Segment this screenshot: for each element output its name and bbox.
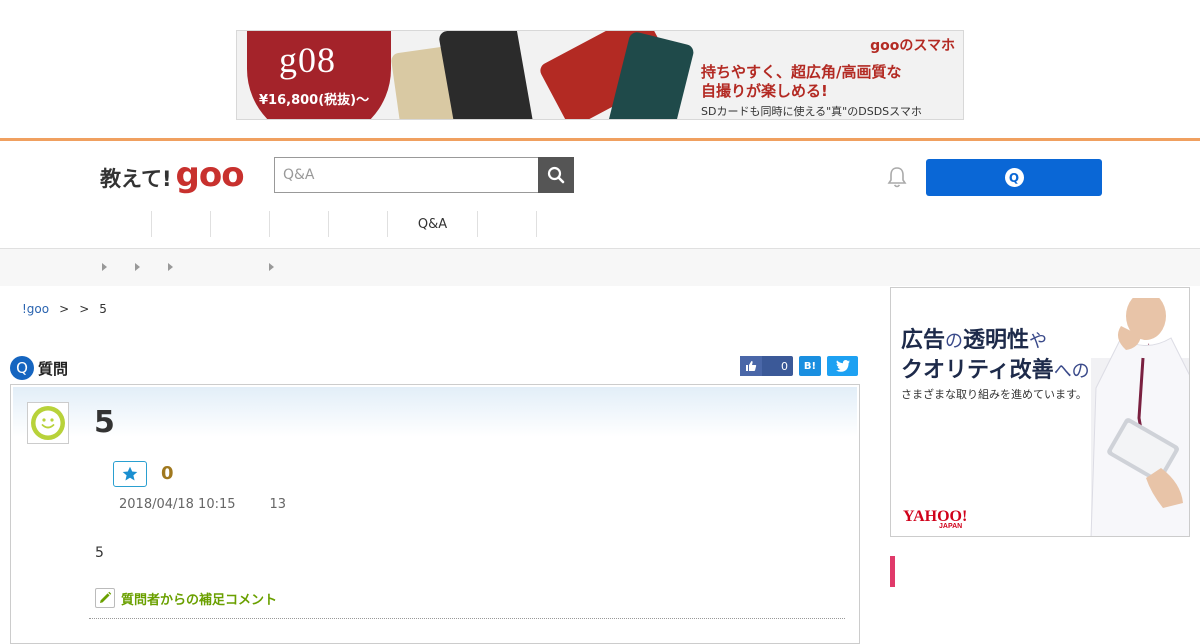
nav-item[interactable] [210,211,269,237]
question-meta: 2018/04/18 10:15 13 [119,497,286,512]
star-icon [122,466,138,481]
chevron-right-icon[interactable] [135,263,140,271]
side-ad-banner[interactable]: 広告の透明性や クオリティ改善への さまざまな取り組みを進めています。 YAHO… [890,287,1190,537]
ad-text: への [1053,361,1090,382]
ad-copy-line2: 自撮りが楽しめる! [701,82,828,100]
favorite-count: 0 [161,463,174,484]
category-subnav [0,249,1200,286]
breadcrumb-home[interactable]: !goo [22,302,49,316]
question-icon: Q [1004,168,1024,187]
chevron-right-icon[interactable] [269,263,274,271]
supplement-label: 質問者からの補足コメント [121,592,278,608]
breadcrumb: !goo > > 5 [22,302,107,316]
facebook-like-count: 0 [781,359,788,373]
nav-item[interactable] [151,211,210,237]
section-label: 質問 [38,359,69,378]
ad-phone-image [438,31,534,119]
view-count: 13 [269,497,287,512]
ad-brand: gooのスマホ [870,38,955,54]
facebook-like-button[interactable]: 0 [740,356,793,376]
share-buttons: 0 B! [740,356,858,376]
card-header-gradient [13,387,857,437]
ad-text: クオリティ改善 [901,358,1054,383]
search-input[interactable] [274,157,538,193]
pencil-icon [95,588,115,608]
search-bar [274,157,574,193]
twitter-icon [835,360,850,372]
nav-item[interactable] [536,211,595,237]
favorite-button[interactable] [113,461,147,487]
divider [89,618,845,619]
chevron-right-icon[interactable] [102,263,107,271]
nav-item[interactable] [92,211,151,237]
supplement-comment-header: 質問者からの補足コメント [95,588,277,608]
top-ad-area: g08 ¥16,800(税抜)〜 gooのスマホ 持ちやすく、超広角/高画質な … [0,0,1200,138]
logo-text: 教えて! [100,167,172,191]
breadcrumb-separator: > [79,302,90,316]
ad-text: の [945,331,964,352]
hatena-bookmark-button[interactable]: B! [799,356,821,376]
nav-item[interactable] [269,211,328,237]
ad-text: 広告 [901,328,946,353]
question-card: 5 0 2018/04/18 10:15 13 5 質問者からの補足コメント [10,384,860,644]
thumbs-up-icon [740,356,762,376]
logo-brand: goo [175,155,245,195]
nav-item[interactable] [328,211,387,237]
question-body: 5 [95,545,104,561]
bell-icon [887,167,907,188]
site-header: 教えて! goo Q Q&A [0,141,1200,249]
ask-question-button[interactable]: Q [926,159,1102,196]
section-accent-bar [890,556,895,587]
ad-text: や [1029,331,1048,352]
site-logo[interactable]: 教えて! goo [100,155,245,195]
question-date: 2018/04/18 10:15 [119,497,236,512]
q-badge-icon: Q [10,356,34,380]
ad-copy: 持ちやすく、超広角/高画質な 自撮りが楽しめる! [701,63,901,101]
ad-person-image [1090,298,1189,536]
ad-text: 透明性 [963,328,1030,353]
chevron-right-icon[interactable] [168,263,173,271]
breadcrumb-separator: > [59,302,70,316]
nav-item[interactable] [477,211,536,237]
search-icon [547,166,565,184]
twitter-share-button[interactable] [827,356,858,376]
top-ad-banner[interactable]: g08 ¥16,800(税抜)〜 gooのスマホ 持ちやすく、超広角/高画質な … [236,30,964,120]
ad-price: ¥16,800(税抜)〜 [259,93,370,108]
breadcrumb-current: 5 [99,302,107,316]
ad-subcopy: SDカードも同時に使える"真"のDSDSスマホ [701,105,922,118]
yahoo-logo: YAHOO! JAPAN [903,508,967,530]
ad-subtext: さまざまな取り組みを進めています。 [901,388,1087,401]
nav-item-qa[interactable]: Q&A [387,211,477,237]
ad-model: g08 [279,40,336,80]
ad-copy-line1: 持ちやすく、超広角/高画質な [701,63,902,81]
notification-button[interactable] [886,165,908,193]
ad-headline-2: クオリティ改善への [901,352,1090,384]
smiley-avatar-icon [31,406,65,440]
global-nav: Q&A [92,211,595,237]
avatar[interactable] [27,402,69,444]
question-title: 5 [94,405,115,440]
search-button[interactable] [538,157,574,193]
question-heading: Q 質問 [10,356,68,380]
ad-headline-1: 広告の透明性や [901,322,1047,354]
